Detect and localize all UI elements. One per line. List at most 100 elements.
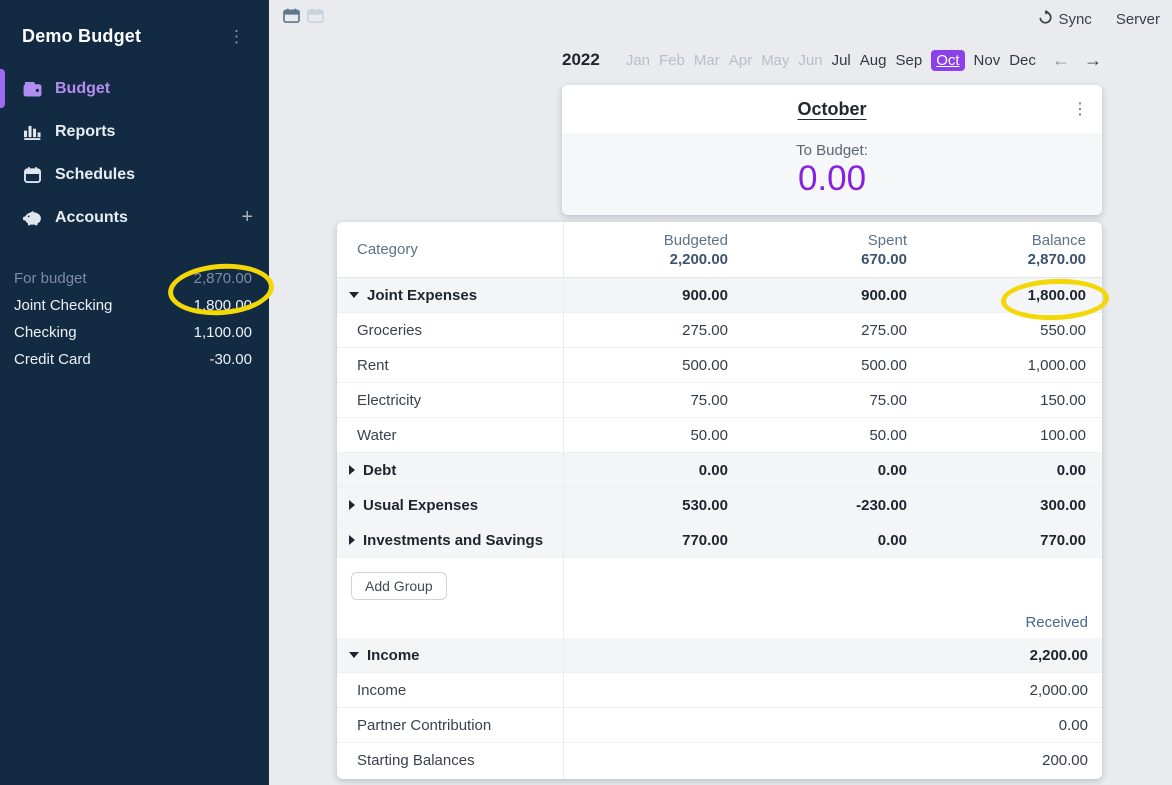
collapse-group-icon[interactable] xyxy=(349,292,359,298)
balance-cell[interactable]: 100.00 xyxy=(921,427,1100,444)
budgeted-cell[interactable]: 75.00 xyxy=(563,392,742,409)
spent-total[interactable]: 670.00 xyxy=(742,250,907,269)
budget-file-title[interactable]: Demo Budget xyxy=(22,26,141,47)
next-month-arrow-icon[interactable]: → xyxy=(1084,50,1102,71)
expand-group-icon[interactable] xyxy=(349,535,355,545)
collapse-group-icon[interactable] xyxy=(349,652,359,658)
category-row-starting-balances[interactable]: Starting Balances 200.00 xyxy=(337,743,1102,778)
wallet-icon xyxy=(22,81,42,97)
category-row-groceries[interactable]: Groceries 275.00 275.00 550.00 xyxy=(337,313,1102,348)
sidebar-item-budget[interactable]: Budget xyxy=(0,67,269,110)
month-oct-selected[interactable]: Oct xyxy=(931,50,964,71)
sidebar-item-label: Budget xyxy=(55,80,110,98)
budget-menu-kebab-icon[interactable]: ⋮ xyxy=(222,26,251,47)
group-row-investments-and-savings[interactable]: Investments and Savings 770.00 0.00 770.… xyxy=(337,523,1102,558)
account-row-credit-card[interactable]: Credit Card -30.00 xyxy=(0,346,269,373)
month-apr[interactable]: Apr xyxy=(729,52,752,69)
group-row-debt[interactable]: Debt 0.00 0.00 0.00 xyxy=(337,453,1102,488)
sidebar-item-accounts[interactable]: Accounts + xyxy=(0,196,269,239)
balance-column-header: Balance 2,870.00 xyxy=(921,231,1100,269)
budgeted-cell[interactable]: 530.00 xyxy=(563,497,742,514)
month-picker: 2022 Jan Feb Mar Apr May Jun Jul Aug Sep… xyxy=(562,46,1102,74)
sync-label: Sync xyxy=(1058,11,1091,28)
sidebar-item-label: Schedules xyxy=(55,166,135,184)
group-row-income[interactable]: Income 2,200.00 xyxy=(337,638,1102,673)
received-cell[interactable]: 2,000.00 xyxy=(563,682,1102,699)
add-group-button[interactable]: Add Group xyxy=(351,572,447,600)
category-name: Rent xyxy=(357,357,389,374)
expand-group-icon[interactable] xyxy=(349,465,355,475)
budgeted-cell[interactable]: 0.00 xyxy=(563,462,742,479)
month-dec[interactable]: Dec xyxy=(1009,52,1036,69)
month-menu-kebab-icon[interactable]: ⋮ xyxy=(1072,99,1088,119)
category-name: Groceries xyxy=(357,322,422,339)
to-budget-amount[interactable]: 0.00 xyxy=(562,159,1102,199)
spent-cell[interactable]: 500.00 xyxy=(742,357,921,374)
one-month-view-icon[interactable] xyxy=(283,8,300,28)
sidebar-item-label: Accounts xyxy=(55,209,128,227)
spent-cell[interactable]: 50.00 xyxy=(742,427,921,444)
month-sep[interactable]: Sep xyxy=(895,52,922,69)
sync-icon xyxy=(1038,10,1053,29)
balance-cell[interactable]: 1,000.00 xyxy=(921,357,1100,374)
balance-total[interactable]: 2,870.00 xyxy=(921,250,1086,269)
balance-cell[interactable]: 150.00 xyxy=(921,392,1100,409)
category-row-income[interactable]: Income 2,000.00 xyxy=(337,673,1102,708)
category-row-rent[interactable]: Rent 500.00 500.00 1,000.00 xyxy=(337,348,1102,383)
sidebar-item-reports[interactable]: Reports xyxy=(0,110,269,153)
category-name: Water xyxy=(357,427,396,444)
month-jun[interactable]: Jun xyxy=(798,52,822,69)
received-cell[interactable]: 2,200.00 xyxy=(563,647,1102,664)
account-row-checking[interactable]: Checking 1,100.00 xyxy=(0,319,269,346)
account-row-joint-checking[interactable]: Joint Checking 1,800.00 xyxy=(0,292,269,319)
balance-cell[interactable]: 0.00 xyxy=(921,462,1100,479)
balance-cell[interactable]: 550.00 xyxy=(921,322,1100,339)
group-row-usual-expenses[interactable]: Usual Expenses 530.00 -230.00 300.00 xyxy=(337,488,1102,523)
month-count-toggles xyxy=(283,8,324,28)
budgeted-cell[interactable]: 50.00 xyxy=(563,427,742,444)
month-aug[interactable]: Aug xyxy=(860,52,887,69)
spent-cell[interactable]: 900.00 xyxy=(742,287,921,304)
budgeted-total[interactable]: 2,200.00 xyxy=(563,250,728,269)
sync-button[interactable]: Sync xyxy=(1038,10,1091,29)
prev-month-arrow-icon[interactable]: ← xyxy=(1052,50,1070,71)
category-row-water[interactable]: Water 50.00 50.00 100.00 xyxy=(337,418,1102,453)
balance-cell[interactable]: 770.00 xyxy=(921,532,1100,549)
month-list: Jan Feb Mar Apr May Jun Jul Aug Sep Oct … xyxy=(626,50,1036,71)
account-row-for-budget[interactable]: For budget 2,870.00 xyxy=(0,265,269,292)
spent-cell[interactable]: 0.00 xyxy=(742,462,921,479)
spent-cell[interactable]: 275.00 xyxy=(742,322,921,339)
group-row-joint-expenses[interactable]: Joint Expenses 900.00 900.00 1,800.00 xyxy=(337,278,1102,313)
multi-month-view-icon[interactable] xyxy=(307,8,324,28)
received-cell[interactable]: 0.00 xyxy=(563,717,1102,734)
spent-cell[interactable]: 75.00 xyxy=(742,392,921,409)
month-mar[interactable]: Mar xyxy=(694,52,720,69)
budgeted-cell[interactable]: 500.00 xyxy=(563,357,742,374)
month-may[interactable]: May xyxy=(761,52,789,69)
balance-cell-highlighted[interactable]: 1,800.00 xyxy=(921,287,1100,304)
category-row-partner-contribution[interactable]: Partner Contribution 0.00 xyxy=(337,708,1102,743)
add-account-plus-icon[interactable]: + xyxy=(241,206,253,229)
category-column-header: Category xyxy=(337,241,563,258)
piggy-bank-icon xyxy=(22,210,42,226)
category-row-electricity[interactable]: Electricity 75.00 75.00 150.00 xyxy=(337,383,1102,418)
category-name: Electricity xyxy=(357,392,421,409)
account-name: For budget xyxy=(14,269,87,288)
received-column-header: Received xyxy=(337,602,1102,638)
budgeted-cell[interactable]: 770.00 xyxy=(563,532,742,549)
balance-cell[interactable]: 300.00 xyxy=(921,497,1100,514)
month-nov[interactable]: Nov xyxy=(974,52,1001,69)
sidebar-item-schedules[interactable]: Schedules xyxy=(0,153,269,196)
group-name: Usual Expenses xyxy=(363,497,478,514)
month-title[interactable]: October xyxy=(797,99,866,120)
spent-cell[interactable]: -230.00 xyxy=(742,497,921,514)
budgeted-cell[interactable]: 275.00 xyxy=(563,322,742,339)
month-jul[interactable]: Jul xyxy=(832,52,851,69)
month-jan[interactable]: Jan xyxy=(626,52,650,69)
received-cell[interactable]: 200.00 xyxy=(563,752,1102,769)
budgeted-cell[interactable]: 900.00 xyxy=(563,287,742,304)
expand-group-icon[interactable] xyxy=(349,500,355,510)
spent-cell[interactable]: 0.00 xyxy=(742,532,921,549)
month-feb[interactable]: Feb xyxy=(659,52,685,69)
server-button[interactable]: Server xyxy=(1116,11,1160,28)
